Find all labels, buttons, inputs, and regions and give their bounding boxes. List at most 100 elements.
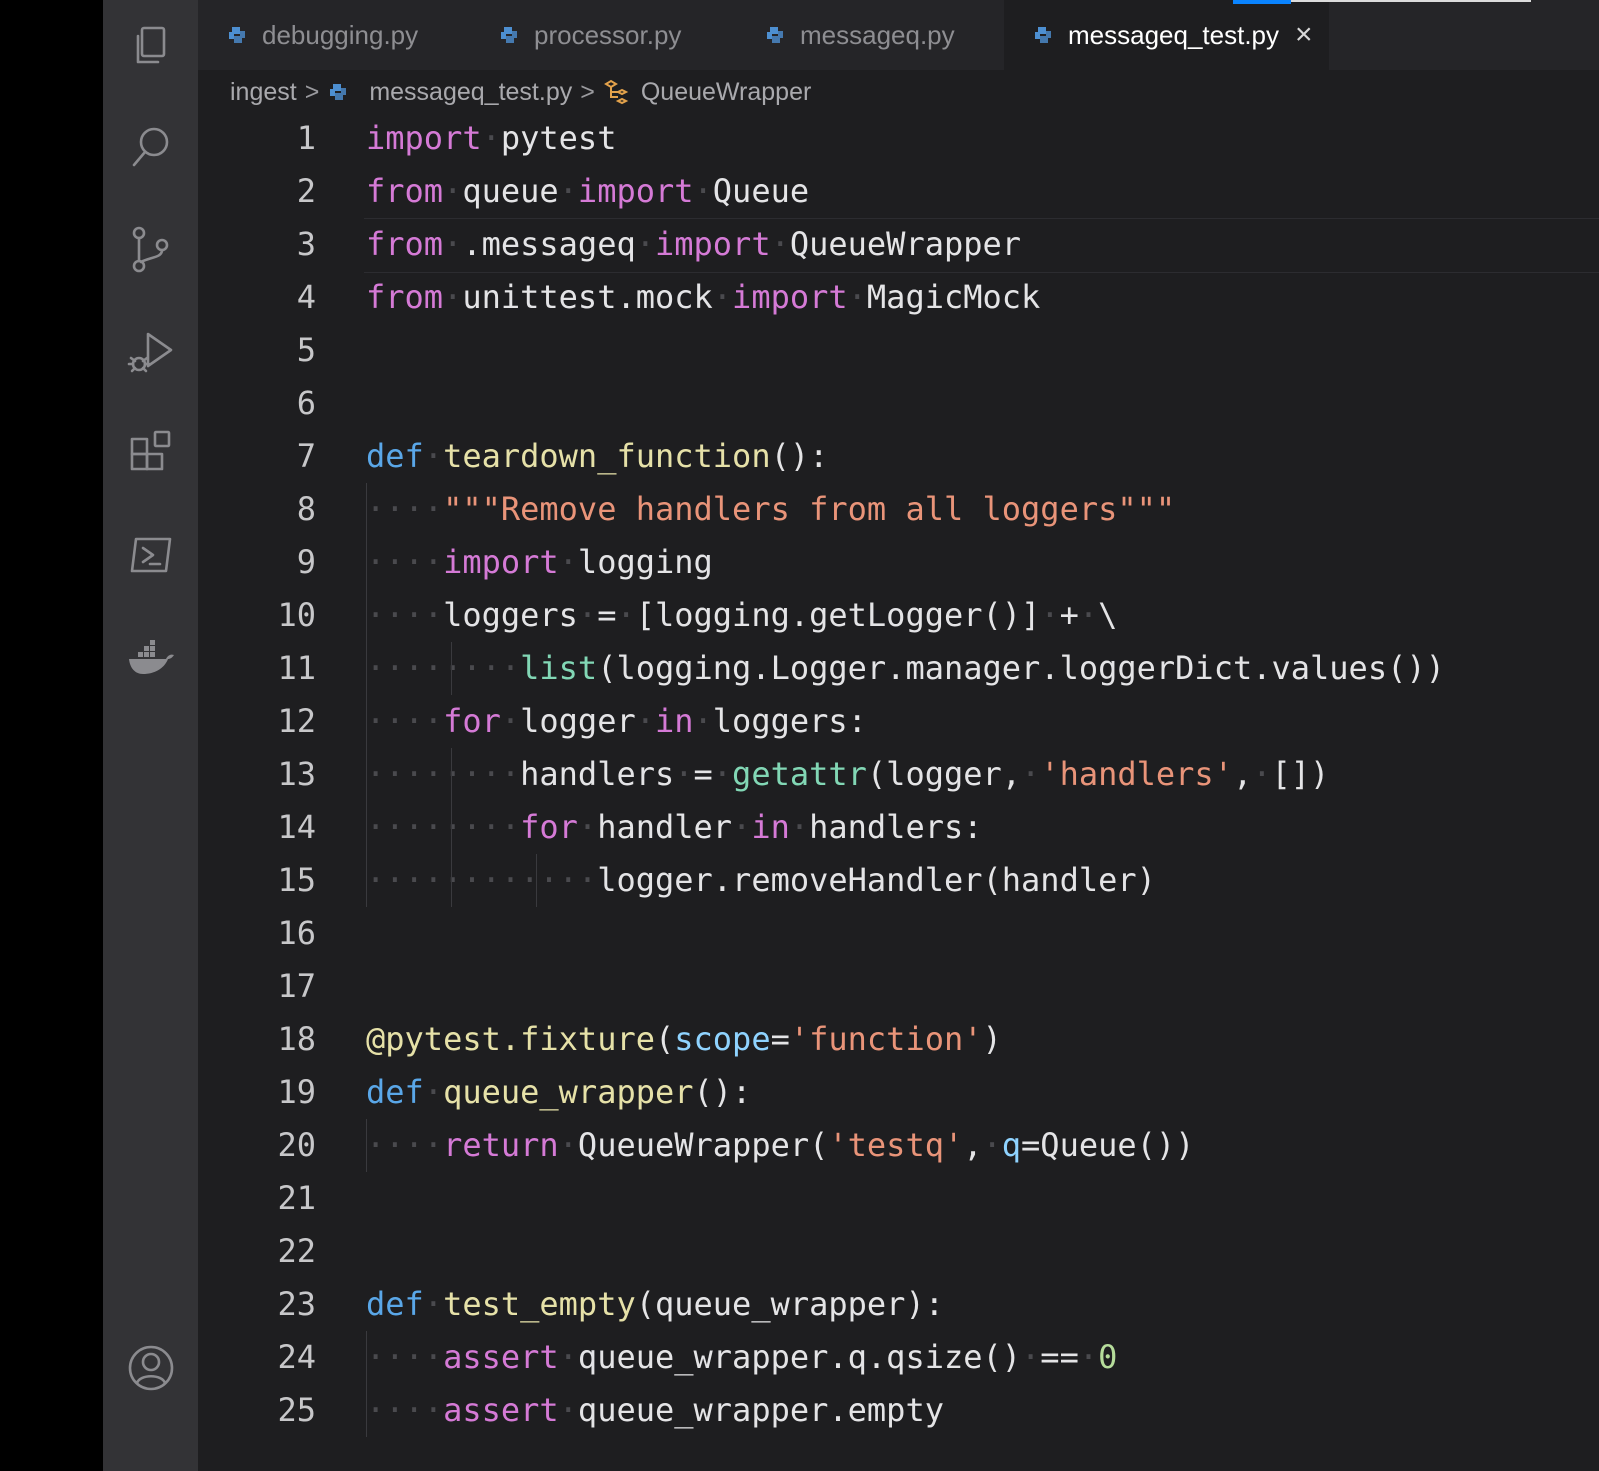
python-file-icon [1035,27,1051,43]
python-file-icon [501,27,517,43]
code-line[interactable]: 6 [198,377,1599,430]
code-text[interactable]: ········for·handler·in·handlers: [366,801,983,854]
account-icon[interactable] [103,1333,198,1403]
line-number: 23 [277,1285,316,1323]
line-number: 24 [277,1338,316,1376]
line-number: 9 [296,543,316,581]
tab-messageq-test[interactable]: messageq_test.py × [1004,0,1329,70]
line-number: 1 [296,119,316,157]
indent-guide [451,642,452,695]
extensions-icon[interactable] [103,418,198,488]
code-text[interactable]: ····"""Remove handlers from all loggers"… [366,483,1175,536]
code-line[interactable]: 10 ····loggers·=·[logging.getLogger()]·+·… [198,589,1599,642]
breadcrumb-file[interactable]: messageq_test.py [369,78,572,107]
code-line[interactable]: 16 [198,907,1599,960]
tab-debugging[interactable]: debugging.py [198,0,464,70]
code-text[interactable]: ····for·logger·in·loggers: [366,695,867,748]
tab-label: processor.py [534,19,682,50]
line-number: 8 [296,490,316,528]
search-icon[interactable] [103,112,198,182]
tab-messageq[interactable]: messageq.py [736,0,1002,70]
code-line[interactable]: 21 [198,1172,1599,1225]
code-text[interactable]: ····assert·queue_wrapper.q.qsize()·==·0 [366,1331,1117,1384]
code-line[interactable]: 22 [198,1225,1599,1278]
line-number: 7 [296,437,316,475]
tab-label: messageq_test.py [1068,19,1280,50]
tab-label: messageq.py [800,19,955,50]
code-line[interactable]: 13 ········handlers·=·getattr(logger,·'ha… [198,748,1599,801]
code-text[interactable]: ············logger.removeHandler(handler… [366,854,1156,907]
code-text[interactable]: ····return·QueueWrapper('testq',·q=Queue… [366,1119,1194,1172]
code-line[interactable]: 2 from·queue·import·Queue [198,165,1599,218]
python-file-icon [330,84,347,100]
code-text[interactable]: import·pytest [366,112,616,165]
tab-bar: debugging.py processor.py messageq.py me… [198,0,1599,70]
code-text[interactable]: ········handlers·=·getattr(logger,·'hand… [366,748,1329,801]
line-number: 21 [277,1179,316,1217]
line-number: 4 [296,278,316,316]
chevron-right-icon: > [580,77,595,106]
line-number: 19 [277,1073,316,1111]
line-number: 3 [296,225,316,263]
line-number: 10 [277,596,316,634]
python-file-icon [229,27,245,43]
indent-guide [366,1331,367,1437]
activity-bar [103,0,198,1471]
line-number: 20 [277,1126,316,1164]
run-debug-icon[interactable] [103,316,198,386]
code-text[interactable]: def·teardown_function(): [366,430,828,483]
code-text[interactable]: from·queue·import·Queue [366,165,809,218]
code-line[interactable]: 7 def·teardown_function(): [198,430,1599,483]
code-line[interactable]: 12 ····for·logger·in·loggers: [198,695,1599,748]
line-number: 12 [277,702,316,740]
code-line[interactable]: 15 ············logger.removeHandler(handl… [198,854,1599,907]
code-text[interactable]: def·test_empty(queue_wrapper): [366,1278,944,1331]
code-text[interactable]: from·unittest.mock·import·MagicMock [366,271,1040,324]
tab-progress-indicator [1233,0,1291,4]
code-line[interactable]: 23 def·test_empty(queue_wrapper): [198,1278,1599,1331]
code-line[interactable]: 18 @pytest.fixture(scope='function') [198,1013,1599,1066]
code-line[interactable]: 20 ····return·QueueWrapper('testq',·q=Que… [198,1119,1599,1172]
code-line[interactable]: 3 from·.messageq·import·QueueWrapper [198,218,1599,271]
code-text[interactable]: def·queue_wrapper(): [366,1066,751,1119]
line-number: 18 [277,1020,316,1058]
code-line[interactable]: 4 from·unittest.mock·import·MagicMock [198,271,1599,324]
breadcrumb: ingest > messageq_test.py > QueueWrapper [230,70,811,114]
tab-label: debugging.py [262,19,419,50]
code-line[interactable]: 17 [198,960,1599,1013]
line-number: 13 [277,755,316,793]
tab-overflow-indicator [1291,0,1531,2]
code-text[interactable]: ········list(logging.Logger.manager.logg… [366,642,1445,695]
docker-icon[interactable] [103,622,198,692]
code-line[interactable]: 5 [198,324,1599,377]
code-text[interactable]: ····assert·queue_wrapper.empty [366,1384,944,1437]
code-line[interactable]: 9 ····import·logging [198,536,1599,589]
code-text[interactable]: @pytest.fixture(scope='function') [366,1013,1002,1066]
explorer-icon[interactable] [103,10,198,80]
code-line[interactable]: 24 ····assert·queue_wrapper.q.qsize()·==·… [198,1331,1599,1384]
code-line[interactable]: 25 ····assert·queue_wrapper.empty [198,1384,1599,1437]
code-text[interactable]: ····import·logging [366,536,713,589]
line-number: 15 [277,861,316,899]
breadcrumb-folder[interactable]: ingest [230,78,297,107]
code-line[interactable]: 14 ········for·handler·in·handlers: [198,801,1599,854]
line-number: 22 [277,1232,316,1270]
chevron-right-icon: > [304,77,320,106]
indent-guide [451,748,452,907]
tab-processor[interactable]: processor.py [470,0,730,70]
close-tab-icon[interactable]: × [1295,18,1313,52]
class-symbol-icon [603,79,629,105]
breadcrumb-symbol[interactable]: QueueWrapper [641,78,811,107]
line-number: 17 [277,967,316,1005]
code-text[interactable]: ····loggers·=·[logging.getLogger()]·+·\ [366,589,1117,642]
code-line[interactable]: 8 ····"""Remove handlers from all loggers… [198,483,1599,536]
code-line[interactable]: 1 import·pytest [198,112,1599,165]
line-number: 16 [277,914,316,952]
terminal-icon[interactable] [103,520,198,590]
code-line[interactable]: 19 def·queue_wrapper(): [198,1066,1599,1119]
code-text[interactable]: from·.messageq·import·QueueWrapper [366,218,1021,271]
source-control-icon[interactable] [103,214,198,284]
code-line[interactable]: 11 ········list(logging.Logger.manager.lo… [198,642,1599,695]
indent-guide [366,483,367,907]
line-number: 5 [296,331,316,369]
